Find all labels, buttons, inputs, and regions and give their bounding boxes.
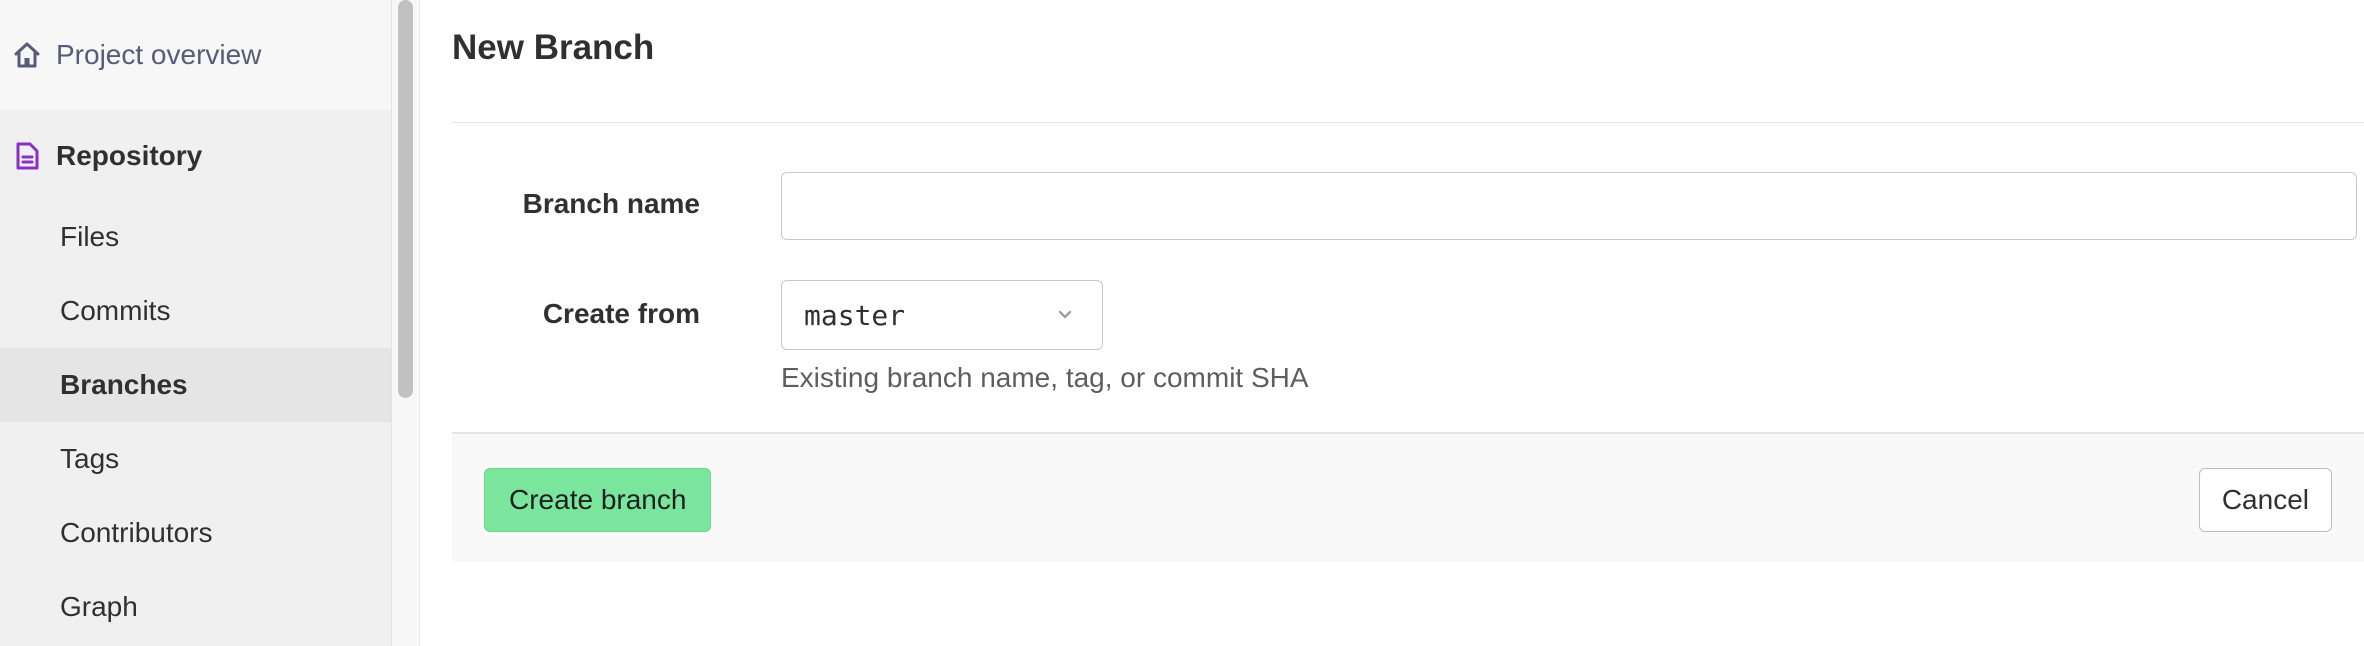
sidebar-scrollbar[interactable] [392, 0, 420, 646]
sidebar-item-project-overview[interactable]: Project overview [0, 0, 391, 110]
repository-icon [12, 141, 42, 171]
create-from-label: Create from [542, 298, 700, 329]
cancel-button[interactable]: Cancel [2198, 468, 2332, 532]
sidebar-item-graph[interactable]: Graph [0, 570, 391, 644]
sidebar-item-tags[interactable]: Tags [0, 422, 391, 496]
sidebar-item-files[interactable]: Files [0, 200, 391, 274]
sidebar-item-repository[interactable]: Repository [0, 110, 391, 202]
sidebar-item-branches[interactable]: Branches [0, 348, 391, 422]
create-from-value: master [804, 298, 906, 332]
sidebar-item-commits[interactable]: Commits [0, 274, 391, 348]
sidebar: Project overview Repository Files Commit… [0, 0, 392, 646]
scrollbar-thumb[interactable] [398, 0, 413, 398]
main-content: New Branch Branch name Create from maste… [420, 0, 2364, 646]
create-from-help-text: Existing branch name, tag, or commit SHA [781, 362, 1309, 393]
page-title: New Branch [452, 28, 655, 67]
branch-name-label: Branch name [522, 188, 700, 219]
sidebar-item-label: Repository [56, 140, 203, 171]
chevron-down-icon [1050, 300, 1080, 330]
create-branch-button[interactable]: Create branch [484, 468, 712, 532]
form-actions: Create branch Cancel [452, 432, 2364, 562]
sidebar-item-label: Project overview [56, 39, 262, 70]
create-from-dropdown[interactable]: master [781, 280, 1103, 350]
title-divider [452, 122, 2364, 123]
branch-name-input[interactable] [781, 172, 2357, 240]
home-icon [12, 40, 42, 70]
sidebar-item-contributors[interactable]: Contributors [0, 496, 391, 570]
